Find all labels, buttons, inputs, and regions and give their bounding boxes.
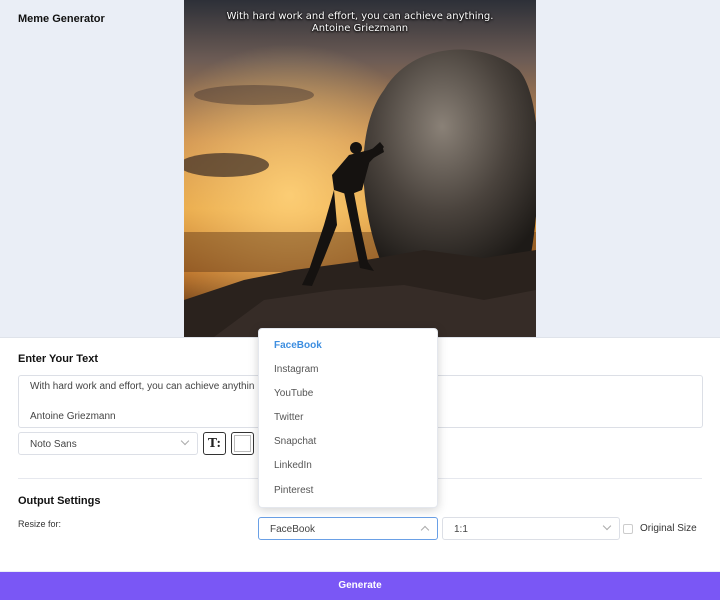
ratio-select-value: 1:1 xyxy=(454,524,468,535)
text-input-line1: With hard work and effort, you can achie… xyxy=(30,381,255,392)
meme-image xyxy=(184,0,536,337)
dropdown-option-linkedin[interactable]: LinkedIn xyxy=(274,460,312,471)
dropdown-option-youtube[interactable]: YouTube xyxy=(274,388,313,399)
meme-preview: With hard work and effort, you can achie… xyxy=(184,0,536,337)
original-size-label: Original Size xyxy=(640,523,697,534)
dropdown-option-snapchat[interactable]: Snapchat xyxy=(274,436,316,447)
meme-caption-line2: Antoine Griezmann xyxy=(311,23,409,34)
ratio-select[interactable]: 1:1 xyxy=(442,517,620,540)
font-select-value: Noto Sans xyxy=(30,439,77,450)
dropdown-option-facebook[interactable]: FaceBook xyxy=(274,340,322,351)
font-select[interactable]: Noto Sans xyxy=(18,432,198,455)
enter-text-heading: Enter Your Text xyxy=(18,353,99,365)
resize-for-label: Resize for: xyxy=(18,519,62,529)
dropdown-option-twitter[interactable]: Twitter xyxy=(274,412,303,423)
dropdown-option-instagram[interactable]: Instagram xyxy=(274,364,318,375)
text-color-button[interactable] xyxy=(231,432,254,455)
text-style-button[interactable]: T: xyxy=(203,432,226,455)
platform-select-value: FaceBook xyxy=(270,524,316,535)
meme-caption: With hard work and effort, you can achie… xyxy=(184,11,536,35)
dropdown-option-pinterest[interactable]: Pinterest xyxy=(274,485,313,496)
app-title: Meme Generator xyxy=(18,13,105,25)
generate-button[interactable]: Generate xyxy=(0,572,720,600)
text-input-line2: Antoine Griezmann xyxy=(30,411,116,422)
platform-select[interactable]: FaceBook xyxy=(258,517,438,540)
meme-caption-line1: With hard work and effort, you can achie… xyxy=(226,11,494,22)
text-style-icon: T: xyxy=(208,436,221,450)
chevron-down-icon xyxy=(602,521,612,531)
chevron-up-icon xyxy=(420,525,430,535)
original-size-checkbox[interactable] xyxy=(623,524,633,534)
platform-dropdown: FaceBook Instagram YouTube Twitter Snapc… xyxy=(258,328,438,508)
color-swatch xyxy=(234,435,251,452)
chevron-down-icon xyxy=(180,436,190,446)
output-settings-heading: Output Settings xyxy=(18,495,101,507)
